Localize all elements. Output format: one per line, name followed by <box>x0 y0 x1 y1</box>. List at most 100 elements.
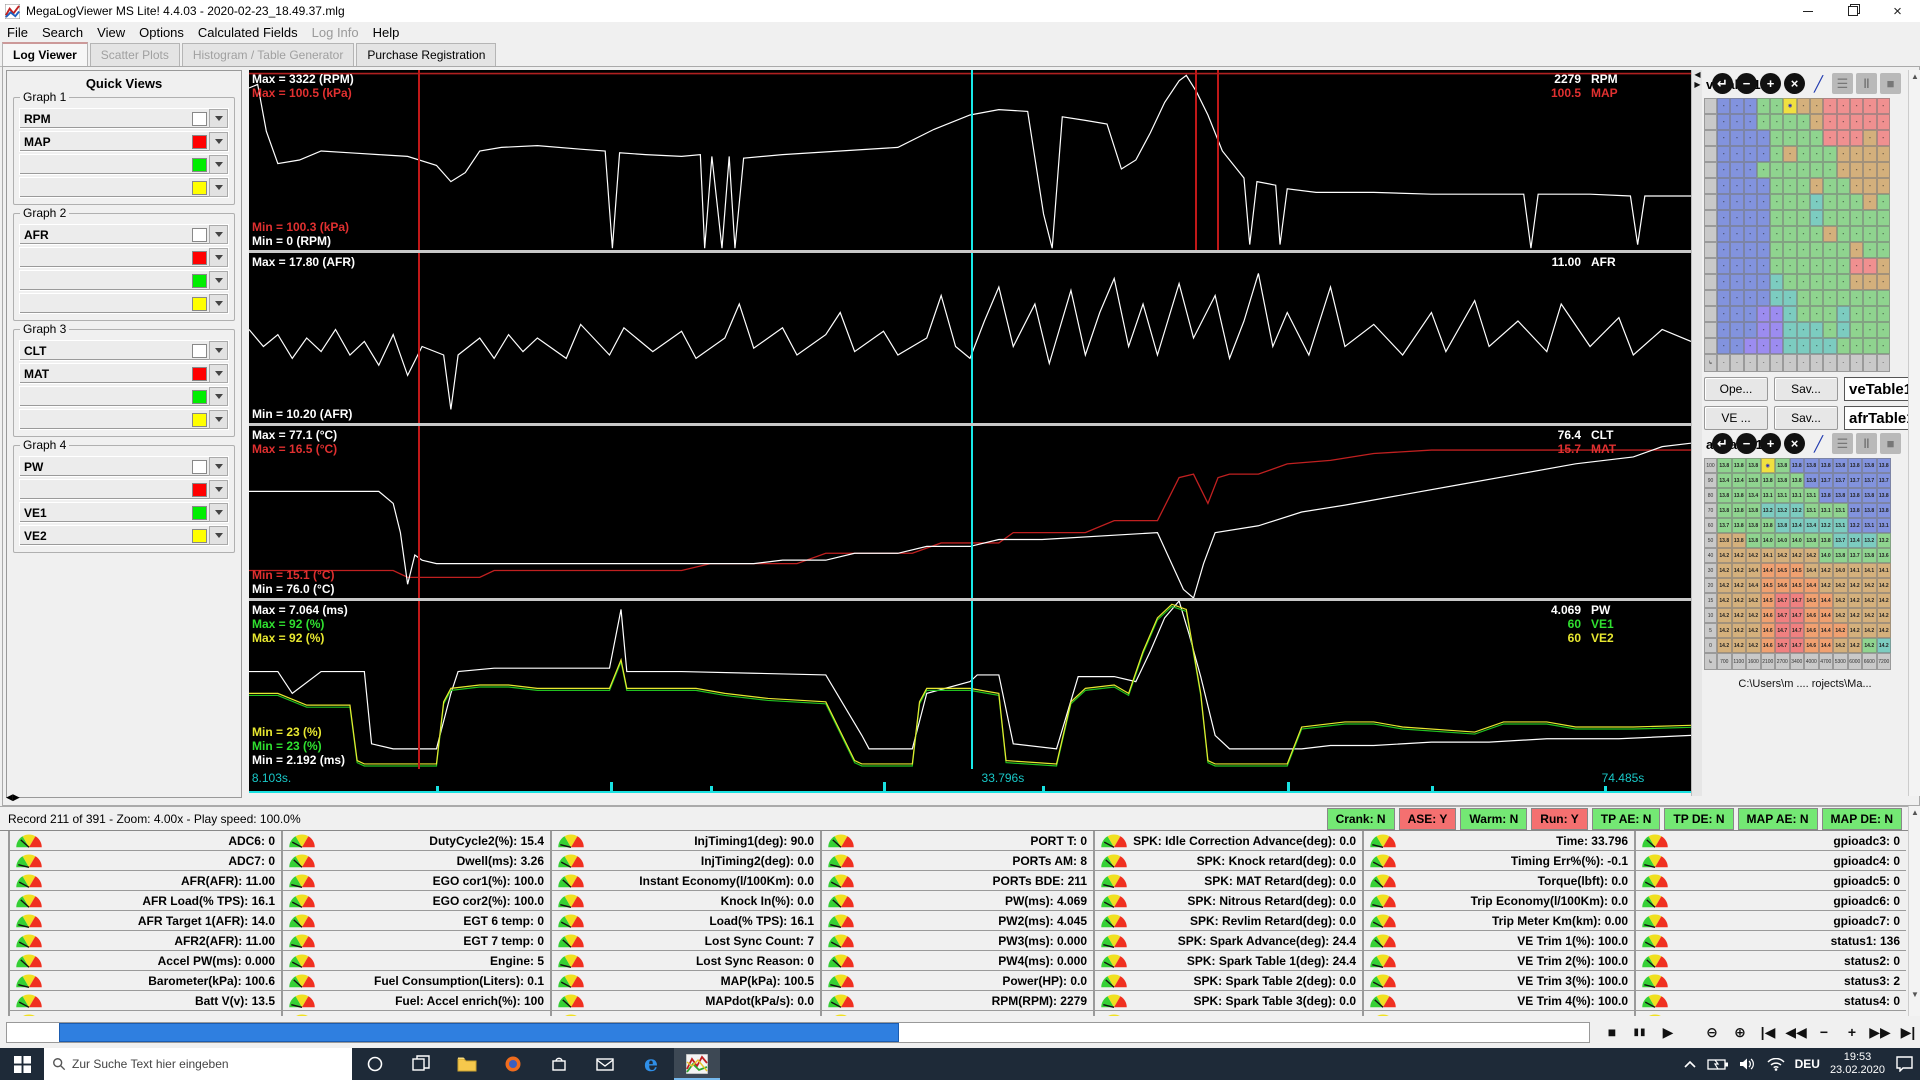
ve-cell[interactable]: 14.0 <box>1775 533 1790 548</box>
ve-cell[interactable]: 14.2 <box>1717 593 1732 608</box>
data-grid-row[interactable]: EGT 7 temp: 0 <box>283 931 550 951</box>
ve-cell[interactable]: - <box>1744 114 1757 130</box>
ve-cell[interactable]: - <box>1744 226 1757 242</box>
ve-cell[interactable]: - <box>1717 322 1730 338</box>
ve-cell[interactable]: 13.8 <box>1717 503 1732 518</box>
data-grid-row[interactable]: InjTiming2(deg): 0.0 <box>552 851 820 871</box>
ve-cell[interactable]: - <box>1837 338 1850 354</box>
ve-cell[interactable]: - <box>1717 306 1730 322</box>
ve-cell[interactable]: - <box>1730 114 1743 130</box>
data-grid-row[interactable]: MAP(kPa): 100.5 <box>552 971 820 991</box>
ve-cell[interactable]: - <box>1770 114 1783 130</box>
data-grid-row[interactable]: gpioadc7: 0 <box>1636 911 1906 931</box>
ve-cell[interactable]: - <box>1730 146 1743 162</box>
data-grid-row[interactable]: SPK: Spark Advance(deg): 24.4 <box>1095 931 1362 951</box>
menu-item-options[interactable]: Options <box>132 23 191 42</box>
ve-table-name-field[interactable]: veTable1 <box>1844 377 1908 401</box>
ve-cell[interactable]: - <box>1850 98 1863 114</box>
afr-table-grid[interactable]: 10013.813.813.8◉13.813.813.813.813.813.8… <box>1704 458 1906 670</box>
ve-cell[interactable]: 13.1 <box>1833 518 1848 533</box>
data-grid-row[interactable]: Instant Economy(l/100Km): 0.0 <box>552 871 820 891</box>
ve-cell[interactable]: - <box>1783 322 1796 338</box>
ve-cell[interactable]: - <box>1850 242 1863 258</box>
ve-cell[interactable]: - <box>1730 338 1743 354</box>
ve-cell[interactable]: - <box>1770 178 1783 194</box>
ve-cell[interactable]: 14.2 <box>1833 638 1848 653</box>
chevron-down-icon[interactable] <box>209 410 228 429</box>
data-grid-row[interactable]: SPK: Spark Table 2(deg): 0.0 <box>1095 971 1362 991</box>
ve-cell[interactable]: 14.2 <box>1746 548 1761 563</box>
ve-cell[interactable]: - <box>1797 274 1810 290</box>
afr-table-name-field[interactable]: afrTable1 <box>1844 406 1908 430</box>
ve-cell[interactable]: - <box>1797 210 1810 226</box>
ve-cell[interactable]: 14.6 <box>1804 608 1819 623</box>
ve-cell[interactable]: 13.8 <box>1833 458 1848 473</box>
selected-cell-cursor[interactable]: ◉ <box>1783 98 1796 114</box>
ve-cell[interactable]: 13.2 <box>1790 503 1805 518</box>
add-circle-icon[interactable]: + <box>1760 73 1781 94</box>
playhead-cursor-line[interactable] <box>971 70 973 250</box>
ve-cell[interactable]: - <box>1783 130 1796 146</box>
data-grid-row[interactable]: SPK: Revlim Retard(deg): 0.0 <box>1095 911 1362 931</box>
ve-cell[interactable]: 13.7 <box>1848 548 1863 563</box>
ve-cell[interactable]: - <box>1810 178 1823 194</box>
ve-cell[interactable]: - <box>1850 162 1863 178</box>
ve-cell[interactable]: 13.4 <box>1746 488 1761 503</box>
data-grid-row[interactable]: SPK: Spark Table 1(deg): 24.4 <box>1095 951 1362 971</box>
ve-cell[interactable]: 14.7 <box>1775 638 1790 653</box>
log-graph-1[interactable]: Max = 3322 (RPM)Max = 100.5 (kPa)Min = 1… <box>249 70 1691 253</box>
ve-cell[interactable]: - <box>1717 258 1730 274</box>
store-button[interactable] <box>536 1048 582 1080</box>
data-grid-row[interactable]: AFR(AFR): 11.00 <box>10 871 281 891</box>
ve-cell[interactable]: - <box>1783 274 1796 290</box>
ve-cell[interactable]: - <box>1717 98 1730 114</box>
ve-cell[interactable]: - <box>1810 306 1823 322</box>
ve-cell[interactable]: - <box>1810 322 1823 338</box>
ve-cell[interactable]: - <box>1717 210 1730 226</box>
ve-cell[interactable]: 14.2 <box>1732 623 1747 638</box>
ve-cell[interactable]: 14.4 <box>1804 563 1819 578</box>
ve-cell[interactable]: 13.1 <box>1804 503 1819 518</box>
ve-cell[interactable]: - <box>1783 114 1796 130</box>
ve-cell[interactable]: - <box>1850 258 1863 274</box>
ve-cell[interactable]: - <box>1850 290 1863 306</box>
data-grid-row[interactable]: SPK: Nitrous Retard(deg): 0.0 <box>1095 891 1362 911</box>
data-grid-row[interactable]: SPK: Knock retard(deg): 0.0 <box>1095 851 1362 871</box>
ve-cell[interactable]: - <box>1744 322 1757 338</box>
data-grid-row[interactable]: status1: 136 <box>1636 931 1906 951</box>
ve-cell[interactable]: - <box>1757 242 1770 258</box>
ve-cell[interactable]: - <box>1717 194 1730 210</box>
ve-cell[interactable]: - <box>1744 274 1757 290</box>
ve-cell[interactable]: - <box>1837 162 1850 178</box>
ve-cell[interactable]: 14.7 <box>1790 593 1805 608</box>
ve-cell[interactable]: - <box>1810 194 1823 210</box>
ve-cell[interactable]: 14.2 <box>1746 623 1761 638</box>
ve-cell[interactable]: 13.8 <box>1746 533 1761 548</box>
ve-cell[interactable]: - <box>1823 242 1836 258</box>
ve-cell[interactable]: - <box>1744 258 1757 274</box>
ve-cell[interactable]: 13.1 <box>1804 488 1819 503</box>
ve-cell[interactable]: - <box>1863 210 1876 226</box>
ve-cell[interactable]: - <box>1863 162 1876 178</box>
ve-cell[interactable]: 14.4 <box>1746 578 1761 593</box>
record-cursor-line[interactable] <box>418 70 420 250</box>
field-selector[interactable]: VE2 <box>19 525 229 546</box>
ve-cell[interactable]: - <box>1770 194 1783 210</box>
data-grid-row[interactable]: PW4(ms): 0.000 <box>822 951 1093 971</box>
save-afr-table-button[interactable]: Sav... <box>1774 406 1838 430</box>
ve-cell[interactable]: - <box>1770 242 1783 258</box>
data-grid-row[interactable]: status3: 2 <box>1636 971 1906 991</box>
ve-cell[interactable]: - <box>1730 162 1743 178</box>
field-selector[interactable] <box>19 177 229 198</box>
ve-cell[interactable]: - <box>1837 114 1850 130</box>
ve-cell[interactable]: 14.4 <box>1761 563 1776 578</box>
ve-cell[interactable]: - <box>1744 338 1757 354</box>
ve-cell[interactable]: 14.4 <box>1819 638 1834 653</box>
ve-cell[interactable]: 14.2 <box>1819 563 1834 578</box>
field-selector[interactable]: VE1 <box>19 502 229 523</box>
ve-cell[interactable]: - <box>1730 242 1743 258</box>
ve-cell[interactable]: 13.8 <box>1804 458 1819 473</box>
ve-cell[interactable]: - <box>1757 338 1770 354</box>
ve-cell[interactable]: 13.1 <box>1877 518 1892 533</box>
ve-cell[interactable]: 13.8 <box>1790 473 1805 488</box>
